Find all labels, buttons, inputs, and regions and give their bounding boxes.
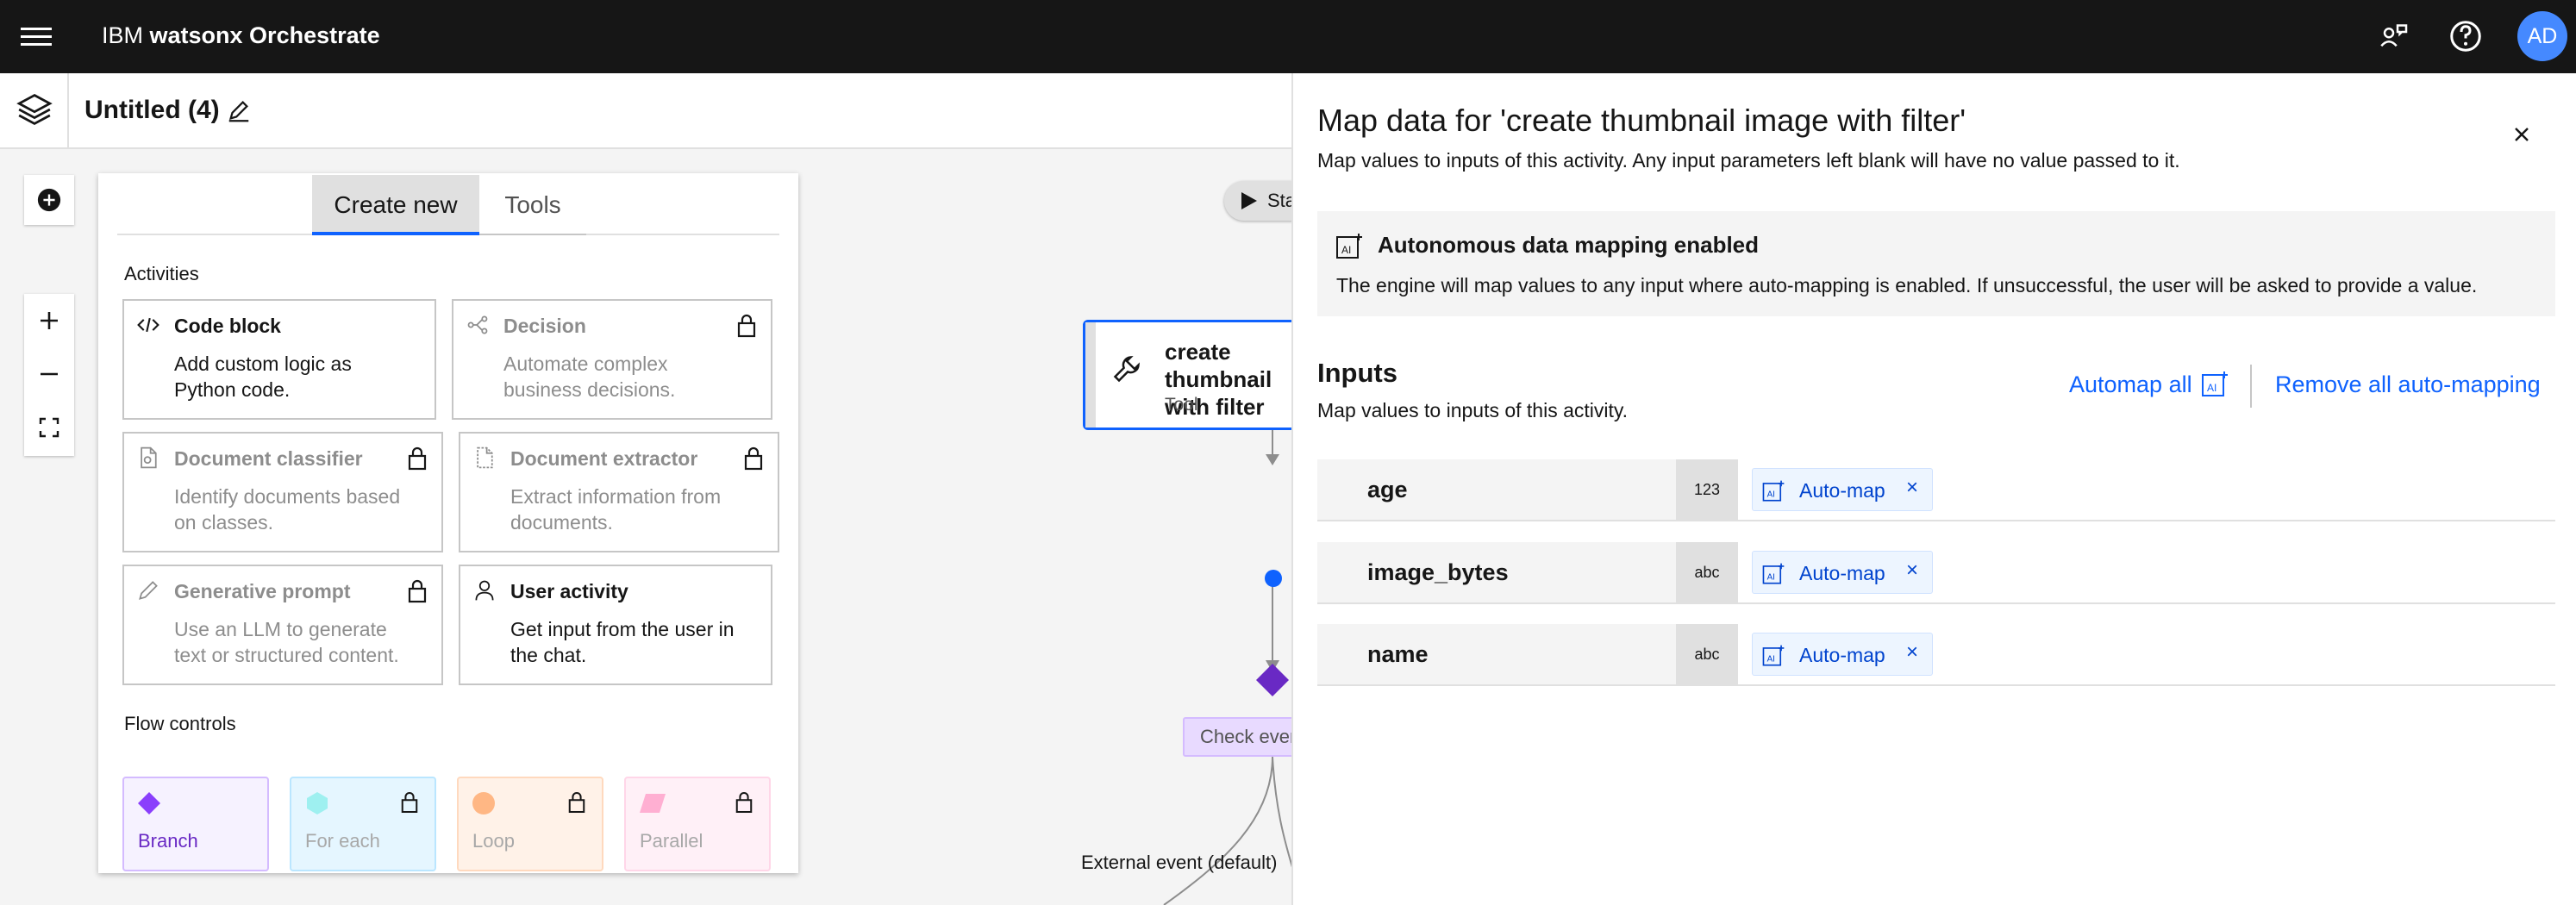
automap-all-button[interactable]: Automap all [2069, 371, 2192, 398]
ai-icon[interactable]: AI [2200, 370, 2229, 399]
input-type-badge: abc [1676, 624, 1738, 684]
input-name: name [1367, 641, 1429, 667]
divider [2250, 365, 2252, 408]
avatar[interactable]: AD [2517, 11, 2567, 61]
node-output-port[interactable] [1264, 569, 1283, 588]
ai-icon: AI [1762, 480, 1785, 502]
input-value-field[interactable]: AI Auto-map × [1738, 542, 2555, 602]
svg-text:AI: AI [2207, 382, 2216, 394]
input-name: image_bytes [1367, 559, 1509, 585]
input-type-badge: abc [1676, 542, 1738, 602]
inputs-heading: Inputs [1317, 358, 1397, 388]
wrench-icon [1113, 356, 1140, 383]
auto-map-tag[interactable]: AI Auto-map × [1752, 633, 1933, 676]
remove-tag-icon[interactable]: × [1906, 640, 1918, 665]
panel-title: Map data for 'create thumbnail image wit… [1317, 103, 1966, 138]
help-icon[interactable] [2448, 19, 2483, 53]
close-icon[interactable] [2509, 122, 2535, 147]
external-event-label: External event (default) [1081, 852, 1278, 873]
ai-icon: AI [1336, 234, 1362, 259]
remove-tag-icon[interactable]: × [1906, 476, 1918, 500]
ai-icon: AI [1762, 645, 1785, 666]
notice-title: Autonomous data mapping enabled [1378, 232, 1760, 258]
tag-label: Auto-map [1799, 479, 1885, 502]
tag-label: Auto-map [1799, 644, 1885, 666]
svg-text:AI: AI [1767, 655, 1775, 665]
input-row-name: name abc AI Auto-map × [1317, 624, 2555, 686]
panel-subtitle: Map values to inputs of this activity. A… [1317, 149, 2180, 172]
input-value-field[interactable]: AI Auto-map × [1738, 459, 2555, 520]
notice-description: The engine will map values to any input … [1336, 274, 2478, 296]
remove-tag-icon[interactable]: × [1906, 559, 1918, 583]
input-value-field[interactable]: AI Auto-map × [1738, 624, 2555, 684]
input-type-badge: 123 [1676, 459, 1738, 520]
remove-all-auto-mapping-button[interactable]: Remove all auto-mapping [2275, 371, 2541, 398]
auto-map-tag[interactable]: AI Auto-map × [1752, 551, 1933, 594]
svg-text:AI: AI [1767, 490, 1775, 500]
svg-text:AI: AI [1341, 244, 1351, 256]
auto-map-tag[interactable]: AI Auto-map × [1752, 468, 1933, 511]
node-handle [1085, 322, 1096, 428]
inputs-subtitle: Map values to inputs of this activity. [1317, 399, 1629, 421]
feedback-icon[interactable] [2376, 19, 2410, 53]
play-icon [1241, 192, 1257, 209]
node-subtitle: Tool [1165, 395, 1198, 415]
input-name: age [1367, 477, 1408, 502]
map-data-panel: Map data for 'create thumbnail image wit… [1291, 73, 2576, 905]
flow-edges [1163, 386, 1293, 905]
tool-node[interactable]: create thumbnail with filter Tool [1083, 320, 1307, 430]
input-row-image-bytes: image_bytes abc AI Auto-map × [1317, 542, 2555, 604]
svg-text:AI: AI [1767, 573, 1775, 583]
tag-label: Auto-map [1799, 562, 1885, 584]
ai-icon: AI [1762, 563, 1785, 584]
input-row-age: age 123 AI Auto-map × [1317, 459, 2555, 521]
autonomous-mapping-notice: AI Autonomous data mapping enabled The e… [1317, 211, 2555, 316]
